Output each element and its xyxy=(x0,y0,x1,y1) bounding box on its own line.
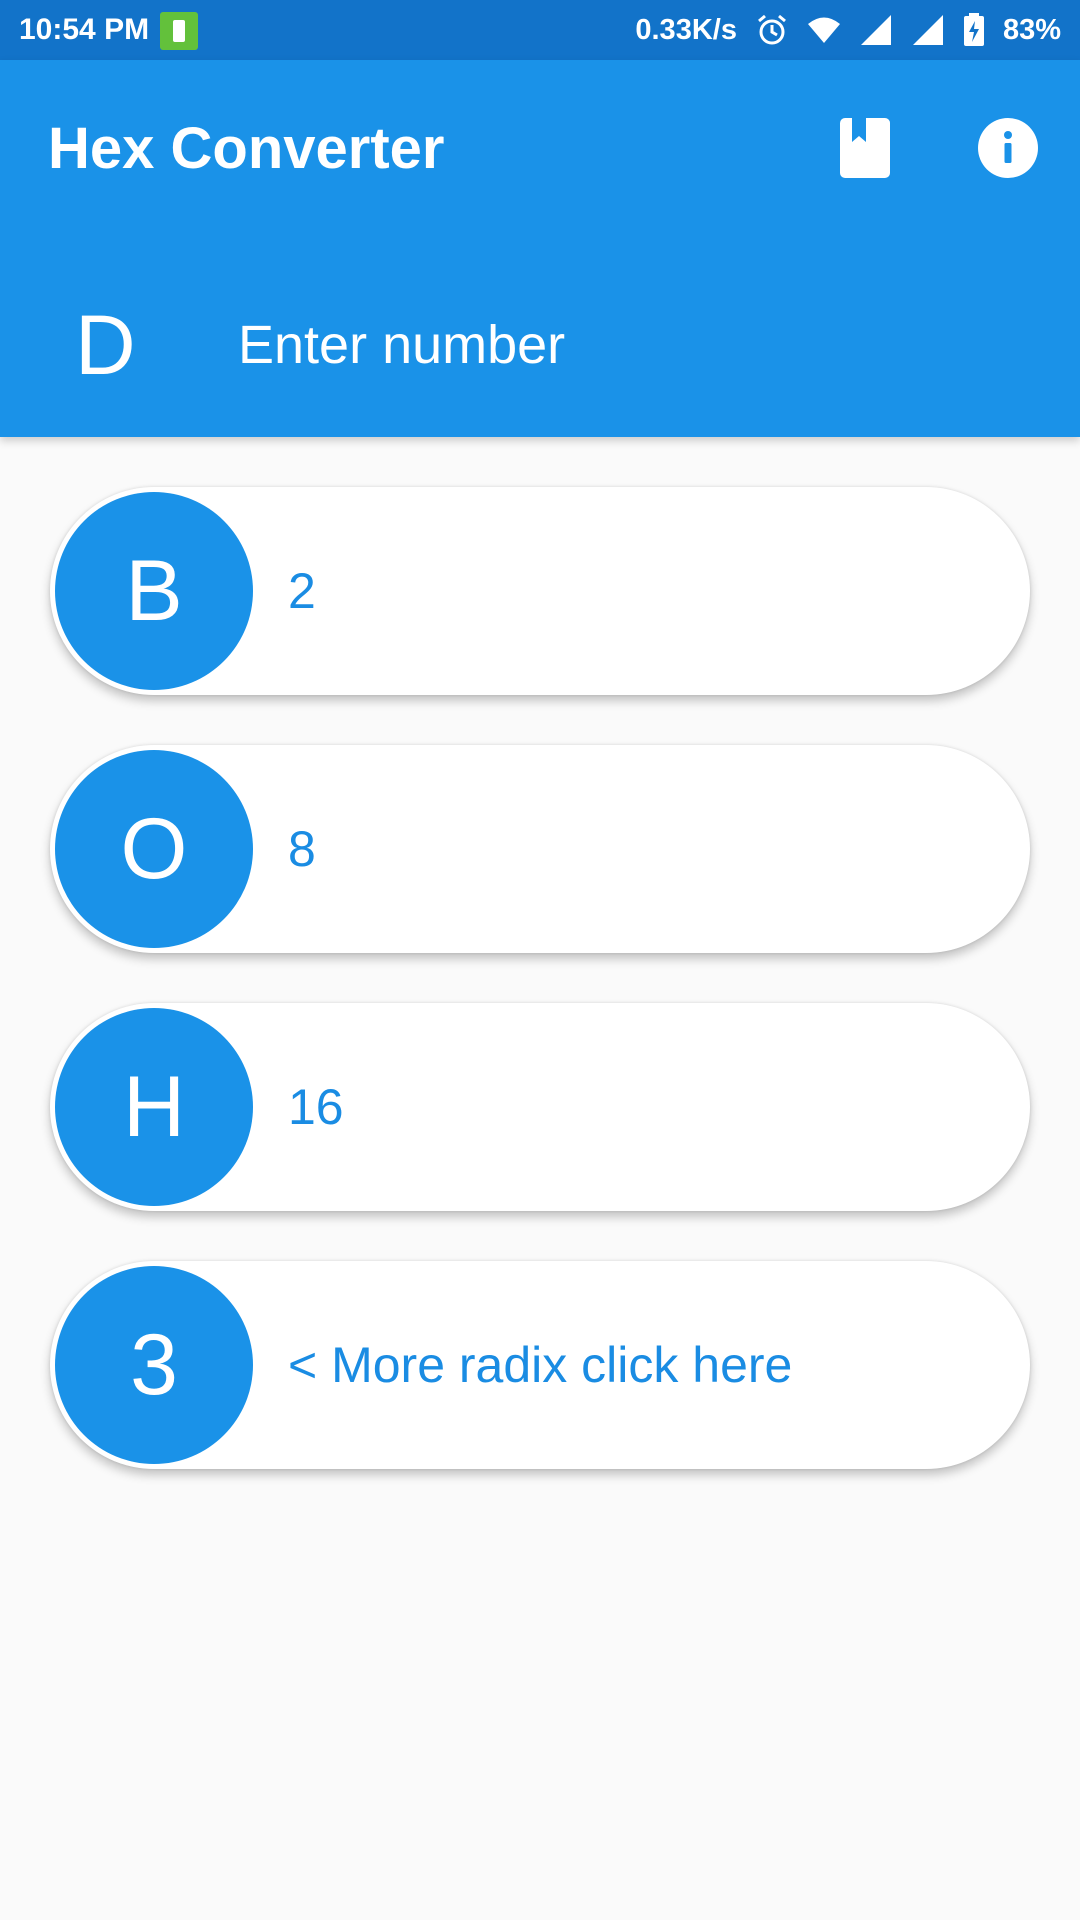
octal-card[interactable]: O 8 xyxy=(50,745,1030,953)
bookmark-button[interactable] xyxy=(835,112,895,184)
signal-icon xyxy=(912,15,943,45)
radix-badge: H xyxy=(55,1008,253,1206)
hex-card[interactable]: H 16 xyxy=(50,1003,1030,1211)
radix-value: 2 xyxy=(288,563,316,619)
info-icon xyxy=(978,118,1038,178)
binary-card[interactable]: B 2 xyxy=(50,487,1030,695)
more-radix-card[interactable]: 3 < More radix click here xyxy=(50,1261,1030,1469)
battery-charging-icon xyxy=(963,13,984,46)
app-bar: Hex Converter D xyxy=(0,60,1080,437)
radix-value: 8 xyxy=(288,821,316,877)
radix-badge: B xyxy=(55,492,253,690)
number-input[interactable] xyxy=(238,300,1018,390)
status-time: 10:54 PM xyxy=(19,13,150,46)
input-radix-letter: D xyxy=(75,298,136,392)
network-speed: 0.33K/s xyxy=(635,13,737,46)
alarm-icon xyxy=(757,14,786,45)
battery-saver-icon xyxy=(160,12,198,50)
info-button[interactable] xyxy=(975,112,1041,184)
battery-percent: 83% xyxy=(1002,13,1061,46)
more-radix-label: < More radix click here xyxy=(288,1337,793,1393)
radix-badge: 3 xyxy=(55,1266,253,1464)
app-title: Hex Converter xyxy=(48,116,445,181)
status-bar: 10:54 PM 0.33K/s 83% xyxy=(0,0,1080,60)
signal-icon xyxy=(860,15,891,45)
wifi-icon xyxy=(807,17,840,43)
radix-badge: O xyxy=(55,750,253,948)
status-icons: 0.33K/s 83% xyxy=(635,12,1061,48)
book-icon xyxy=(840,118,890,178)
radix-value: 16 xyxy=(288,1079,344,1135)
